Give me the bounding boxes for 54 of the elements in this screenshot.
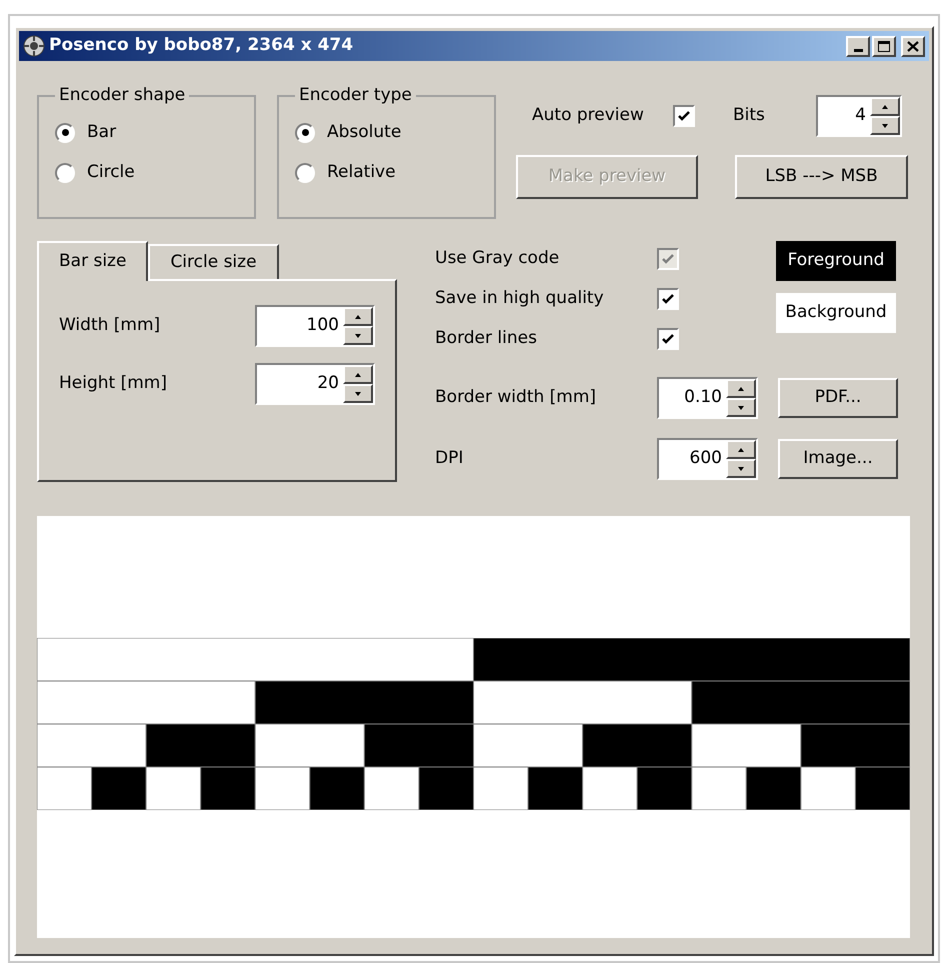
field-label: DPI	[435, 447, 464, 470]
spin-down-icon[interactable]	[870, 116, 900, 135]
spin-up-icon[interactable]	[726, 379, 756, 398]
spin-down-icon[interactable]	[726, 459, 756, 478]
spin-up-icon[interactable]	[343, 307, 373, 326]
radio-label: Absolute	[327, 120, 402, 144]
tab[interactable]: Circle size	[148, 244, 279, 279]
spin-down-icon[interactable]	[726, 398, 756, 417]
close-icon	[907, 40, 919, 52]
radio-button[interactable]	[55, 122, 75, 142]
maximize-button[interactable]	[872, 36, 896, 56]
spin-box[interactable]: 600	[657, 438, 758, 480]
auto-preview-label: Auto preview	[532, 104, 645, 128]
option-label: Save in high quality	[435, 287, 605, 310]
field-label: Border width [mm]	[435, 386, 598, 410]
app-icon	[23, 35, 45, 57]
option-label: Use Gray code	[435, 247, 560, 270]
group-title: Encoder shape	[58, 84, 186, 107]
color-button[interactable]: Background	[776, 293, 896, 333]
spin-box[interactable]: 4	[816, 95, 902, 137]
checkmark-icon	[661, 292, 675, 306]
spin-box[interactable]: 100	[255, 305, 375, 347]
export-button[interactable]: Image...	[778, 439, 898, 479]
checkbox[interactable]	[657, 328, 679, 350]
radio-label: Relative	[327, 160, 396, 184]
radio-label: Bar	[87, 120, 116, 144]
bits-label: Bits	[733, 104, 766, 128]
option-label: Border lines	[435, 327, 538, 350]
close-button[interactable]	[901, 36, 925, 56]
checkbox[interactable]	[657, 288, 679, 310]
field-label: Width [mm]	[59, 314, 160, 338]
spin-up-icon[interactable]	[343, 365, 373, 384]
tab[interactable]: Bar size	[37, 241, 148, 281]
spin-box[interactable]: 0.10	[657, 377, 758, 419]
color-button[interactable]: Foreground	[776, 241, 896, 281]
group-title: Encoder type	[298, 84, 413, 107]
spin-up-icon[interactable]	[870, 97, 900, 116]
spin-up-icon[interactable]	[726, 440, 756, 459]
radio-button[interactable]	[295, 162, 315, 182]
radio-button[interactable]	[55, 162, 75, 182]
spin-box[interactable]: 20	[255, 363, 375, 405]
checkmark-icon	[661, 252, 675, 266]
spin-down-icon[interactable]	[343, 326, 373, 345]
export-button[interactable]: PDF...	[778, 378, 898, 418]
radio-label: Circle	[87, 160, 135, 184]
minimize-button[interactable]	[846, 36, 870, 56]
checkmark-icon	[661, 332, 675, 346]
radio-button[interactable]	[295, 122, 315, 142]
checkbox[interactable]	[673, 105, 695, 127]
bit-order-button[interactable]: LSB ---> MSB	[735, 155, 908, 199]
checkmark-icon	[677, 109, 691, 123]
window-title: Posenco by bobo87, 2364 x 474	[49, 34, 354, 58]
spin-down-icon[interactable]	[343, 384, 373, 403]
field-label: Height [mm]	[59, 372, 167, 396]
